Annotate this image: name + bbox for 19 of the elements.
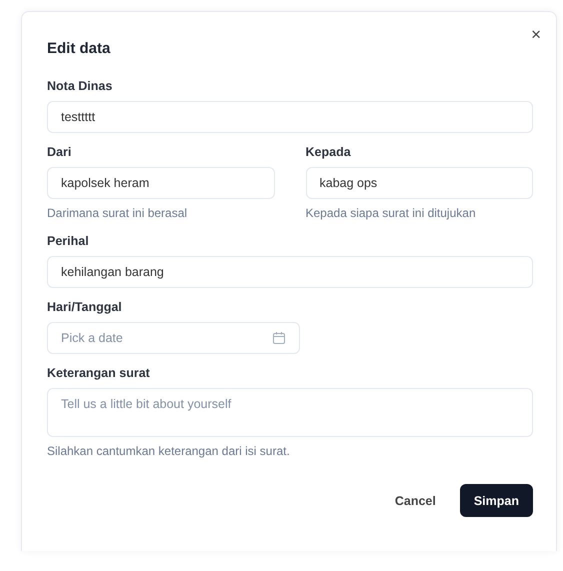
field-label: Dari [47, 145, 72, 159]
input-field[interactable]: kehilangan barang [47, 256, 533, 288]
text-area[interactable]: Tell us a little bit about yourself [47, 388, 533, 437]
calendar-icon [272, 331, 286, 345]
input-field[interactable]: kapolsek heram [47, 167, 274, 199]
save-button[interactable]: Simpan [460, 484, 533, 517]
dialog-title: Edit data [47, 40, 110, 57]
input-field[interactable]: testtttt [47, 101, 533, 133]
input-field[interactable]: kabag ops [306, 167, 533, 199]
field-label: Keterangan surat [47, 366, 151, 380]
helper-text: Silahkan cantumkan keterangan dari isi surat. [47, 444, 291, 458]
field-label: Nota Dinas [47, 79, 114, 93]
close-button[interactable]: × [531, 26, 541, 43]
helper-text: Kepada siapa surat ini ditujukan [306, 206, 477, 220]
field-label: Hari/Tanggal [47, 300, 123, 314]
helper-text: Darimana surat ini berasal [47, 206, 188, 220]
field-label: Kepada [306, 145, 352, 159]
cancel-button[interactable]: Cancel [394, 486, 436, 516]
field-label: Perihal [47, 234, 90, 248]
